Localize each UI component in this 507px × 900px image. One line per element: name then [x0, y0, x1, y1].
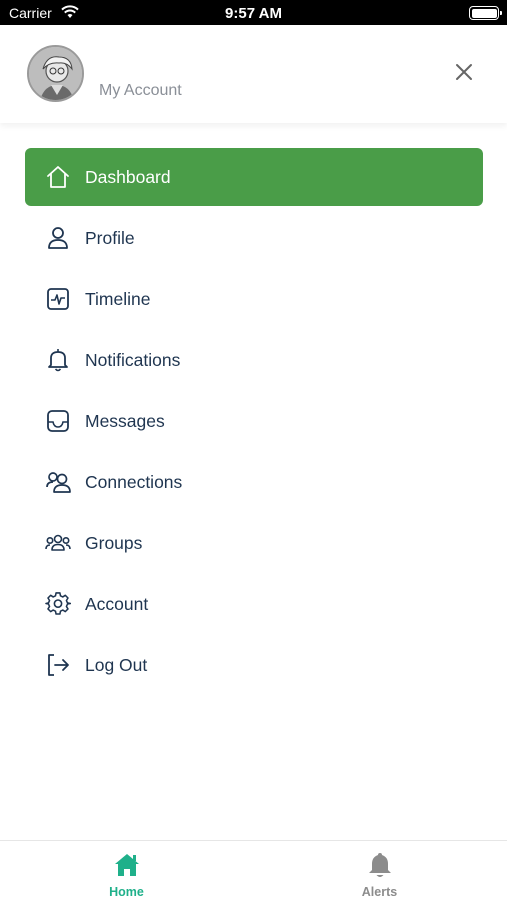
- tab-bar: Home Alerts: [0, 840, 507, 900]
- user-icon: [48, 227, 68, 249]
- menu-item-groups[interactable]: Groups: [25, 514, 483, 572]
- menu-label: Log Out: [85, 655, 148, 675]
- menu-item-messages[interactable]: Messages: [25, 392, 483, 450]
- my-account-label[interactable]: My Account: [99, 82, 182, 100]
- side-menu: Dashboard Profile Timeline Notifications…: [25, 148, 483, 697]
- menu-label: Account: [85, 594, 149, 614]
- gear-icon: [45, 592, 71, 615]
- home-icon: [47, 166, 69, 188]
- users-icon: [46, 472, 71, 493]
- group-icon: [45, 534, 71, 551]
- bell-filled-icon: [369, 853, 391, 877]
- home-filled-icon: [115, 854, 139, 876]
- menu-label: Messages: [85, 411, 165, 431]
- status-bar: Carrier 9:57 AM: [0, 0, 507, 25]
- tab-label: Alerts: [361, 885, 398, 899]
- menu-label: Profile: [85, 228, 135, 248]
- drawer-header: My Account: [0, 25, 507, 123]
- close-icon[interactable]: [451, 59, 477, 85]
- activity-icon: [47, 288, 69, 310]
- logout-icon: [48, 654, 69, 676]
- menu-item-profile[interactable]: Profile: [25, 209, 483, 267]
- menu-item-connections[interactable]: Connections: [25, 453, 483, 511]
- menu-item-dashboard[interactable]: Dashboard: [25, 148, 483, 206]
- menu-item-notifications[interactable]: Notifications: [25, 331, 483, 389]
- avatar[interactable]: [27, 45, 84, 102]
- menu-item-logout[interactable]: Log Out: [25, 636, 483, 694]
- tab-label: Home: [109, 885, 144, 899]
- menu-label: Notifications: [85, 350, 181, 370]
- bell-icon: [48, 349, 68, 372]
- inbox-icon: [47, 410, 69, 432]
- menu-item-timeline[interactable]: Timeline: [25, 270, 483, 328]
- menu-label: Groups: [85, 533, 143, 553]
- menu-label: Connections: [85, 472, 183, 492]
- battery-icon: [469, 6, 502, 20]
- menu-label: Dashboard: [85, 167, 171, 187]
- tab-alerts[interactable]: Alerts: [253, 841, 506, 900]
- menu-label: Timeline: [85, 289, 151, 309]
- clock: 9:57 AM: [225, 5, 282, 22]
- tab-home[interactable]: Home: [0, 841, 253, 900]
- menu-item-account[interactable]: Account: [25, 575, 483, 633]
